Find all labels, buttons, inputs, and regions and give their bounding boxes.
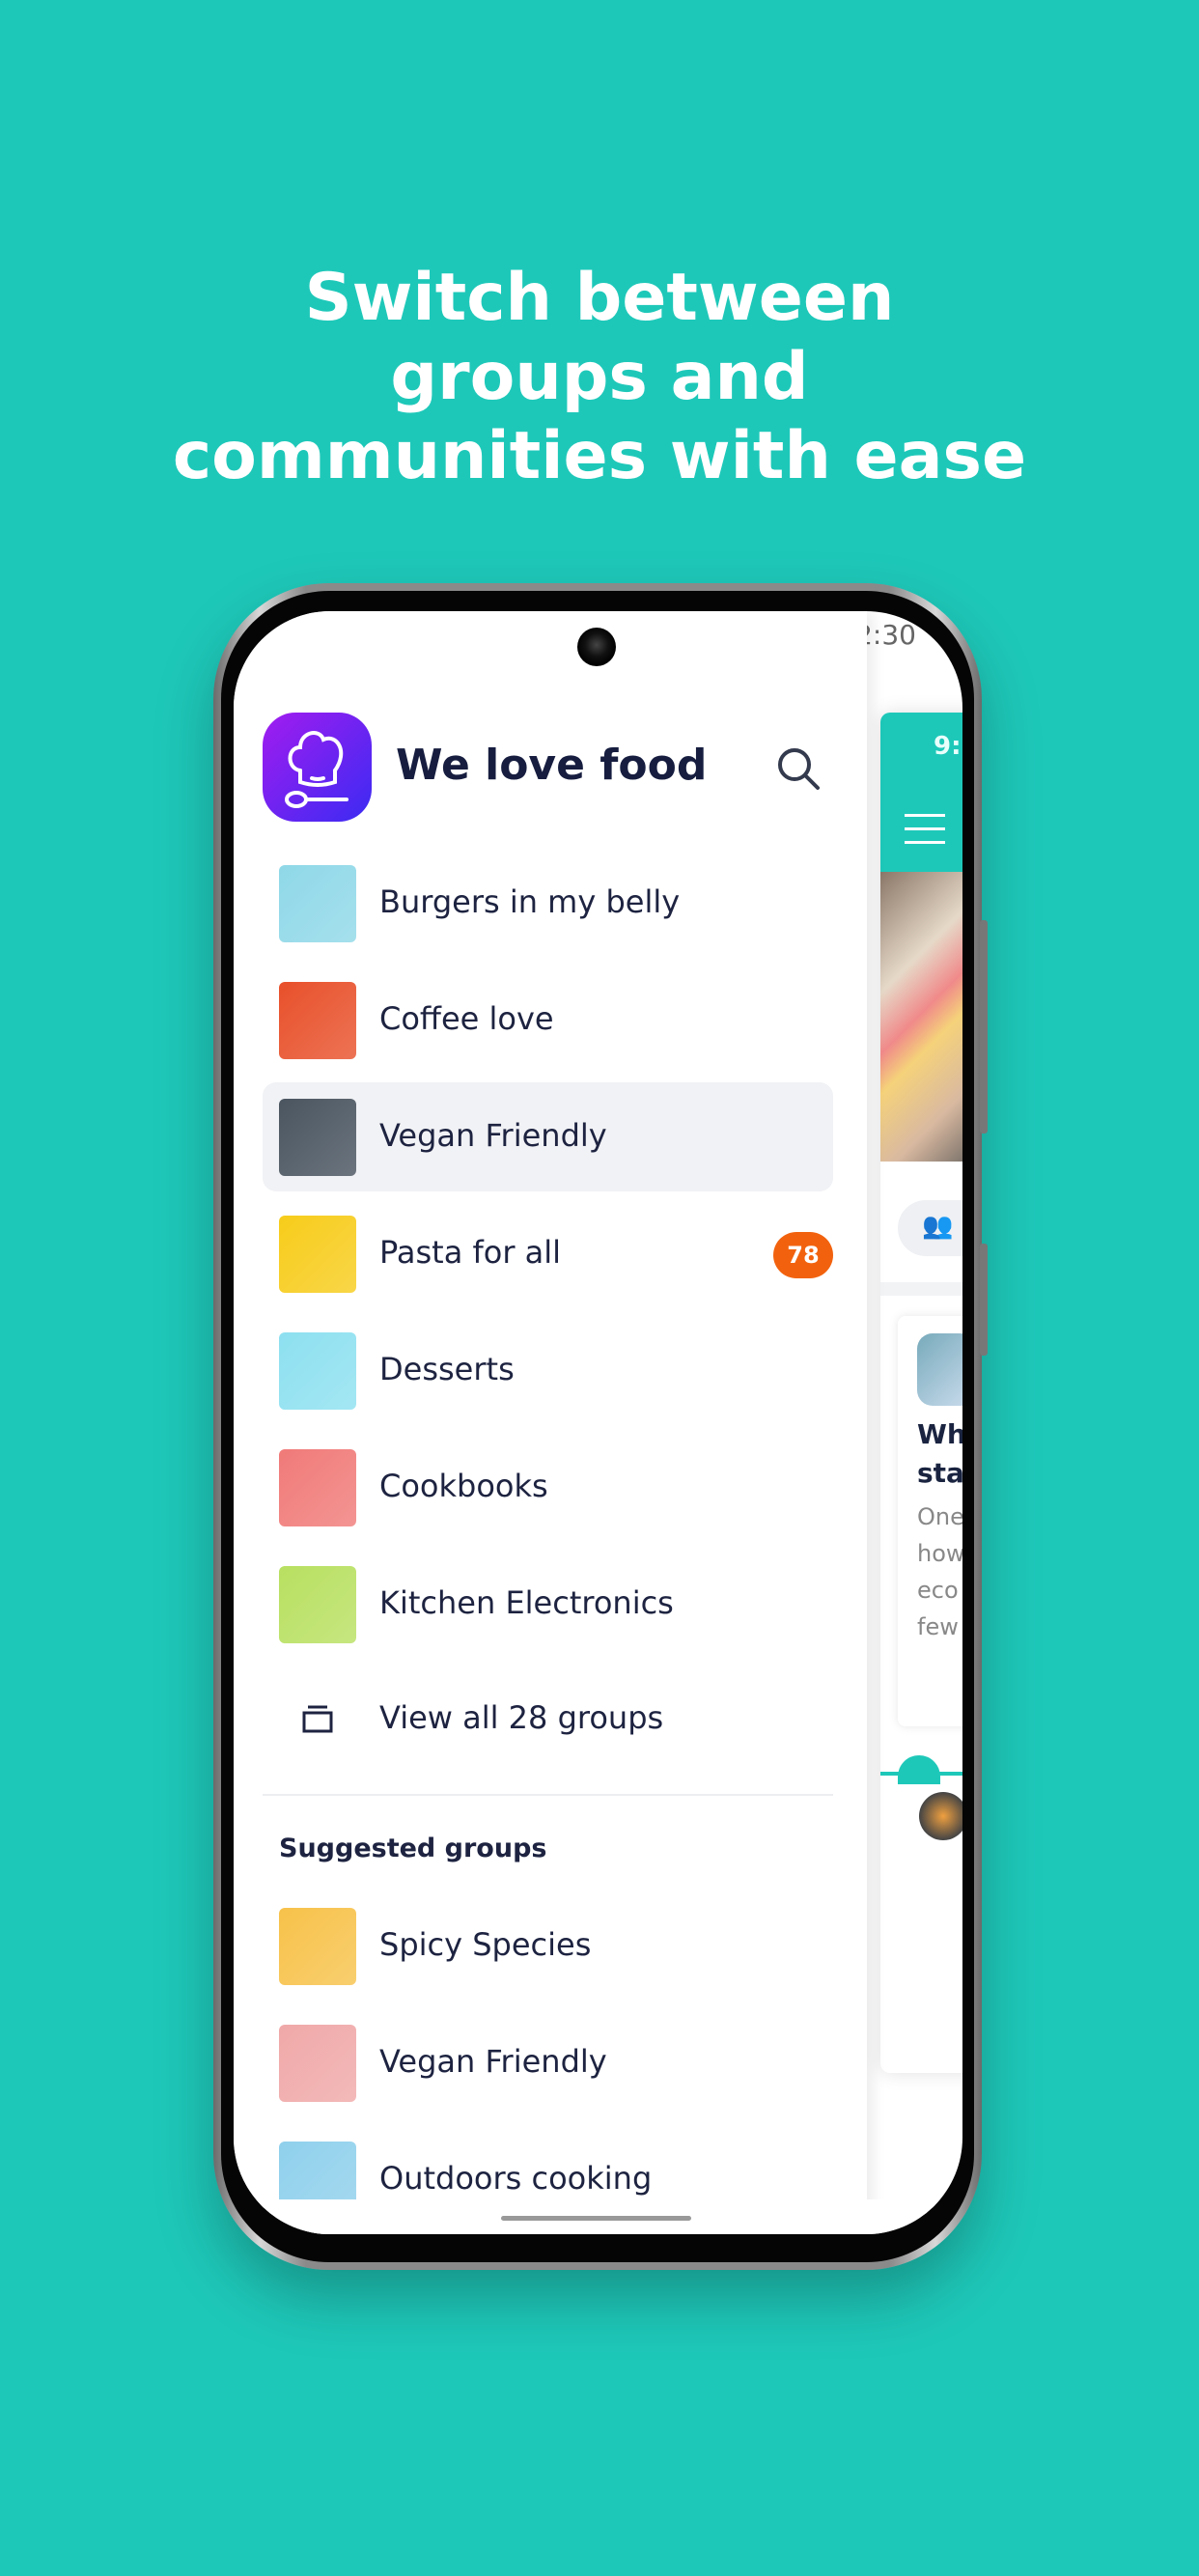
suggested-group-item[interactable]: Spicy Species xyxy=(263,1891,833,2001)
community-title: We love food xyxy=(396,741,708,790)
group-label: Burgers in my belly xyxy=(379,883,681,920)
group-label: Desserts xyxy=(379,1351,515,1387)
group-thumbnail xyxy=(279,865,356,942)
group-thumbnail xyxy=(279,1449,356,1526)
group-label: Spicy Species xyxy=(379,1926,592,1963)
members-icon[interactable]: 👥 xyxy=(898,1200,962,1256)
home-indicator[interactable] xyxy=(501,2216,691,2221)
front-camera xyxy=(577,628,616,666)
group-thumbnail xyxy=(279,1908,356,1985)
suggested-group-item[interactable]: Vegan Friendly xyxy=(263,2008,833,2117)
group-label: Kitchen Electronics xyxy=(379,1584,674,1621)
view-all-label: View all 28 groups xyxy=(379,1699,664,1736)
unread-badge: 78 xyxy=(773,1232,833,1278)
group-label: Coffee love xyxy=(379,1000,554,1037)
headline-line: Switch between xyxy=(304,260,895,336)
group-item[interactable]: Coffee love xyxy=(263,966,833,1075)
bg-time: 9: xyxy=(934,732,962,761)
power-button xyxy=(980,1244,988,1356)
view-all-groups-button[interactable]: View all 28 groups xyxy=(263,1665,833,1774)
volume-button xyxy=(980,920,988,1134)
post-title: Wh sta xyxy=(917,1418,962,1489)
group-label: Cookbooks xyxy=(379,1468,548,1504)
group-thumbnail xyxy=(279,1099,356,1176)
group-thumbnail xyxy=(279,1566,356,1643)
post-body: One how eco few xyxy=(917,1503,962,1640)
phone-screen: 12:30 9: 👥 Wh sta One how eco few We lov… xyxy=(234,611,962,2234)
post-card[interactable]: Wh sta One how eco few xyxy=(898,1316,962,1726)
group-item[interactable]: Burgers in my belly xyxy=(263,849,833,958)
group-label: Outdoors cooking xyxy=(379,2160,653,2197)
headline-line: groups and xyxy=(390,339,809,415)
group-item[interactable]: Kitchen Electronics xyxy=(263,1550,833,1659)
cover-image xyxy=(880,872,962,1162)
group-item[interactable]: Pasta for all 78 xyxy=(263,1199,833,1308)
background-community-screen[interactable]: 9: 👥 Wh sta One how eco few xyxy=(880,713,962,2073)
stack-icon xyxy=(302,1705,333,1733)
tab-icon[interactable] xyxy=(898,1755,940,1784)
group-label: Vegan Friendly xyxy=(379,2043,607,2080)
menu-icon[interactable] xyxy=(905,814,945,854)
avatar xyxy=(917,1333,962,1406)
suggested-groups-heading: Suggested groups xyxy=(279,1834,547,1863)
chef-hat-icon xyxy=(263,713,372,822)
avatar xyxy=(919,1792,962,1840)
groups-drawer: We love food Burgers in my belly Coffee l… xyxy=(234,611,867,2234)
group-item[interactable]: Cookbooks xyxy=(263,1433,833,1542)
group-label: Pasta for all xyxy=(379,1234,562,1271)
group-item[interactable]: Desserts xyxy=(263,1316,833,1425)
group-item[interactable]: Vegan Friendly xyxy=(263,1082,833,1191)
group-thumbnail xyxy=(279,1332,356,1410)
headline-line: communities with ease xyxy=(172,418,1027,494)
group-thumbnail xyxy=(279,2025,356,2102)
headline: Switch between groups and communities wi… xyxy=(0,259,1199,496)
group-thumbnail xyxy=(279,1216,356,1293)
group-thumbnail xyxy=(279,982,356,1059)
divider xyxy=(263,1794,833,1796)
group-label: Vegan Friendly xyxy=(379,1117,607,1154)
search-icon[interactable] xyxy=(774,744,823,793)
